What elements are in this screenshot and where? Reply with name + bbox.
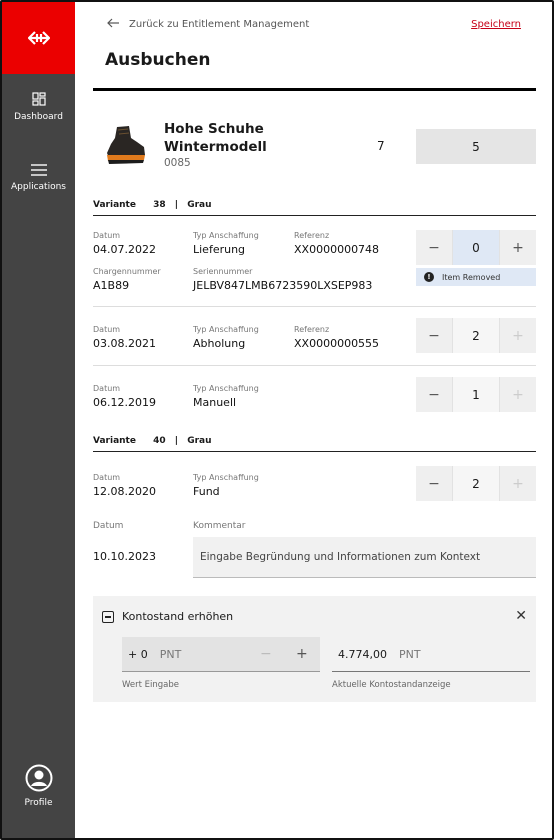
date-label: Datum [93, 473, 121, 482]
increment-button[interactable]: + [296, 646, 308, 662]
menu-icon [30, 164, 47, 176]
arrow-left-icon [107, 18, 119, 31]
variant-label: Variante [93, 200, 136, 210]
quantity-stepper: − 2 + [416, 466, 536, 501]
sidebar-item-label: Profile [24, 798, 53, 808]
type-value: Lieferung [193, 243, 246, 256]
serial-label: Seriennummer [193, 267, 253, 276]
date-label: Datum [93, 384, 121, 393]
title-divider [93, 88, 536, 91]
back-link-label: Zurück zu Entitlement Management [129, 19, 310, 30]
balance-value: 4.774,00 [338, 647, 387, 661]
product-stock: 7 [377, 139, 385, 153]
back-link[interactable]: Zurück zu Entitlement Management [107, 18, 309, 31]
batch-value: A1B89 [93, 279, 130, 292]
increment-button[interactable]: + [500, 318, 536, 353]
decrement-button[interactable]: − [260, 646, 272, 662]
page-title: Ausbuchen [105, 50, 211, 70]
account-panel-title: Kontostand erhöhen [122, 610, 234, 623]
variant-header: Variante 40 | Grau [93, 436, 536, 452]
product-code: 0085 [164, 157, 191, 169]
user-icon [25, 764, 52, 792]
comment-date-label: Datum [93, 521, 124, 531]
stepper-value[interactable]: 2 [452, 466, 500, 501]
value-input-hint: Wert Eingabe [122, 680, 180, 690]
sidebar-item-label: Applications [11, 182, 66, 192]
sidebar: Dashboard Applications Profile [2, 2, 75, 838]
reference-value: XX0000000555 [294, 337, 380, 350]
sidebar-item-label: Dashboard [14, 112, 63, 122]
serial-value: JELBV847LMB6723590LXSEP983 [193, 279, 373, 292]
save-link[interactable]: Speichern [471, 19, 521, 30]
close-icon[interactable]: ✕ [515, 608, 527, 624]
decrement-button[interactable]: − [416, 466, 452, 501]
type-value: Abholung [193, 337, 246, 350]
date-value: 06.12.2019 [93, 396, 156, 409]
account-panel: Kontostand erhöhen ✕ + 0 PNT − + 4.774,0… [93, 596, 536, 702]
stepper-value[interactable]: 0 [452, 230, 500, 265]
type-label: Typ Anschaffung [193, 473, 259, 482]
sidebar-item-profile[interactable]: Profile [2, 764, 75, 808]
sbb-logo-icon [27, 31, 50, 45]
type-value: Manuell [193, 396, 237, 409]
sidebar-item-dashboard[interactable]: Dashboard [2, 92, 75, 122]
balance-field: 4.774,00 PNT [332, 637, 530, 672]
reference-label: Referenz [294, 231, 330, 240]
decrement-button[interactable]: − [416, 230, 452, 265]
app-frame: Dashboard Applications Profile Zurück zu… [0, 0, 554, 840]
variant-separator: | [174, 200, 179, 210]
increment-button[interactable]: + [500, 230, 536, 265]
variant-color: Grau [187, 436, 212, 446]
product-quantity-field[interactable]: 5 [416, 129, 536, 164]
batch-label: Chargennummer [93, 267, 161, 276]
variant-size: 40 [153, 436, 166, 446]
reference-label: Referenz [294, 325, 330, 334]
balance-hint: Aktuelle Kontostandanzeige [332, 680, 451, 690]
value-input[interactable]: + 0 PNT − + [122, 637, 320, 672]
stepper-value[interactable]: 2 [452, 318, 500, 353]
comment-date-value: 10.10.2023 [93, 550, 156, 563]
quantity-stepper: − 2 + [416, 318, 536, 353]
quantity-stepper: − 1 + [416, 377, 536, 412]
quantity-stepper: − 0 + [416, 230, 536, 265]
type-label: Typ Anschaffung [193, 384, 259, 393]
brand-logo[interactable] [2, 2, 75, 74]
sidebar-item-applications[interactable]: Applications [2, 164, 75, 192]
collapse-checkbox[interactable] [102, 611, 114, 623]
type-label: Typ Anschaffung [193, 231, 259, 240]
stepper-value[interactable]: 1 [452, 377, 500, 412]
value-input-unit: PNT [159, 647, 182, 661]
date-label: Datum [93, 325, 121, 334]
main-content: Zurück zu Entitlement Management Speiche… [75, 2, 552, 838]
entry-divider [93, 306, 536, 307]
type-value: Fund [193, 485, 220, 498]
variant-color: Grau [187, 200, 212, 210]
date-label: Datum [93, 231, 121, 240]
date-value: 03.08.2021 [93, 337, 156, 350]
comment-label: Kommentar [193, 521, 246, 531]
info-icon: ! [424, 272, 434, 282]
increment-button[interactable]: + [500, 377, 536, 412]
type-label: Typ Anschaffung [193, 325, 259, 334]
date-value: 04.07.2022 [93, 243, 156, 256]
value-input-value: + 0 [128, 647, 148, 661]
variant-size: 38 [153, 200, 166, 210]
decrement-button[interactable]: − [416, 377, 452, 412]
comment-input[interactable]: Eingabe Begründung und Informationen zum… [193, 537, 536, 578]
variant-label: Variante [93, 436, 136, 446]
status-badge-label: Item Removed [442, 272, 501, 282]
product-name: Hohe Schuhe Wintermodell [164, 121, 267, 155]
balance-unit: PNT [398, 647, 421, 661]
status-badge: ! Item Removed [416, 268, 536, 286]
variant-separator: | [174, 436, 179, 446]
decrement-button[interactable]: − [416, 318, 452, 353]
boot-image [107, 126, 145, 164]
increment-button[interactable]: + [500, 466, 536, 501]
entry-divider [93, 365, 536, 366]
reference-value: XX0000000748 [294, 243, 380, 256]
date-value: 12.08.2020 [93, 485, 156, 498]
dashboard-icon [31, 92, 46, 106]
variant-header: Variante 38 | Grau [93, 200, 536, 216]
